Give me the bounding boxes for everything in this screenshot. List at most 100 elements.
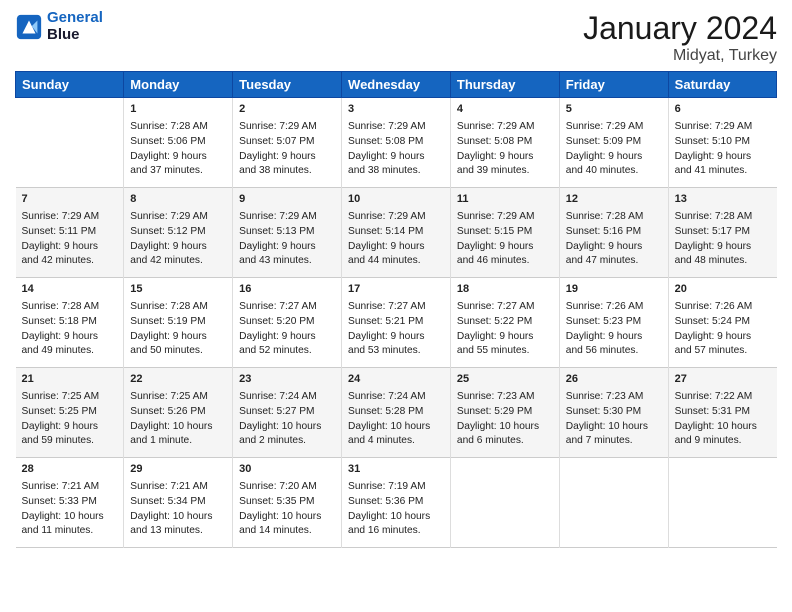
calendar-cell: 4Sunrise: 7:29 AMSunset: 5:08 PMDaylight…: [450, 98, 559, 188]
day-number: 5: [566, 102, 662, 118]
cell-text-line: Daylight: 9 hours: [22, 240, 118, 255]
cell-text-line: Sunset: 5:30 PM: [566, 405, 662, 420]
calendar-cell: 28 Sunrise: 7:21 AMSunset: 5:33 PMDayligh…: [16, 458, 124, 548]
calendar-cell: 31Sunrise: 7:19 AMSunset: 5:36 PMDayligh…: [342, 458, 451, 548]
calendar-cell: 17Sunrise: 7:27 AMSunset: 5:21 PMDayligh…: [342, 278, 451, 368]
cell-text-line: Sunrise: 7:29 AM: [239, 120, 335, 135]
calendar-cell: 15Sunrise: 7:28 AMSunset: 5:19 PMDayligh…: [124, 278, 233, 368]
calendar-cell: 8Sunrise: 7:29 AMSunset: 5:12 PMDaylight…: [124, 188, 233, 278]
cell-text-line: Sunset: 5:10 PM: [675, 135, 771, 150]
header-cell-tuesday: Tuesday: [233, 72, 342, 98]
cell-text-line: Daylight: 9 hours: [457, 330, 553, 345]
cell-text-line: Daylight: 9 hours: [566, 150, 662, 165]
cell-text-line: Sunset: 5:24 PM: [675, 315, 771, 330]
cell-text-line: Sunset: 5:21 PM: [348, 315, 444, 330]
cell-text-line: Sunrise: 7:29 AM: [675, 120, 771, 135]
header-cell-wednesday: Wednesday: [342, 72, 451, 98]
cell-text-line: Daylight: 9 hours: [675, 330, 771, 345]
day-number: 4: [457, 102, 553, 118]
cell-text-line: Sunset: 5:23 PM: [566, 315, 662, 330]
cell-text-line: and 13 minutes.: [130, 524, 226, 539]
calendar-cell: 9Sunrise: 7:29 AMSunset: 5:13 PMDaylight…: [233, 188, 342, 278]
cell-text-line: Daylight: 9 hours: [239, 330, 335, 345]
calendar-cell: [668, 458, 776, 548]
cell-text-line: Sunrise: 7:27 AM: [348, 300, 444, 315]
cell-text-line: and 50 minutes.: [130, 344, 226, 359]
calendar-row-4: 21Sunrise: 7:25 AMSunset: 5:25 PMDayligh…: [16, 368, 777, 458]
day-number: 11: [457, 192, 553, 208]
calendar-row-5: 28Sunrise: 7:21 AMSunset: 5:33 PMDayligh…: [16, 458, 777, 548]
calendar-cell: 24Sunrise: 7:24 AMSunset: 5:28 PMDayligh…: [342, 368, 451, 458]
day-number: 13: [675, 192, 771, 208]
cell-text-line: Sunrise: 7:27 AM: [239, 300, 335, 315]
cell-text-line: Sunset: 5:36 PM: [348, 495, 444, 510]
day-number: 6: [675, 102, 771, 118]
day-number: 24: [348, 372, 444, 388]
cell-text-line: Daylight: 9 hours: [457, 240, 553, 255]
day-number: 20: [675, 282, 771, 298]
calendar-cell: 16Sunrise: 7:27 AMSunset: 5:20 PMDayligh…: [233, 278, 342, 368]
calendar-table: SundayMondayTuesdayWednesdayThursdayFrid…: [15, 71, 777, 548]
calendar-cell: 21Sunrise: 7:25 AMSunset: 5:25 PMDayligh…: [16, 368, 124, 458]
calendar-cell: [559, 458, 668, 548]
calendar-cell: 19Sunrise: 7:26 AMSunset: 5:23 PMDayligh…: [559, 278, 668, 368]
cell-text-line: Daylight: 10 hours: [239, 420, 335, 435]
cell-text-line: and 53 minutes.: [348, 344, 444, 359]
calendar-row-1: 1Sunrise: 7:28 AMSunset: 5:06 PMDaylight…: [16, 98, 777, 188]
cell-text-line: Sunset: 5:33 PM: [22, 495, 118, 510]
cell-text-line: and 44 minutes.: [348, 254, 444, 269]
cell-text-line: Sunrise: 7:27 AM: [457, 300, 553, 315]
cell-text-line: Daylight: 9 hours: [130, 150, 226, 165]
cell-text-line: Sunrise: 7:29 AM: [130, 210, 226, 225]
cell-text-line: and 1 minute.: [130, 434, 226, 449]
cell-text-line: and 6 minutes.: [457, 434, 553, 449]
cell-text-line: Sunrise: 7:21 AM: [22, 480, 118, 495]
cell-text-line: Sunset: 5:31 PM: [675, 405, 771, 420]
cell-text-line: Sunrise: 7:22 AM: [675, 390, 771, 405]
day-number: 1: [130, 102, 226, 118]
cell-text-line: Daylight: 10 hours: [457, 420, 553, 435]
cell-text-line: Sunrise: 7:28 AM: [675, 210, 771, 225]
cell-text-line: Sunset: 5:16 PM: [566, 225, 662, 240]
cell-text-line: Sunset: 5:08 PM: [457, 135, 553, 150]
header-cell-friday: Friday: [559, 72, 668, 98]
cell-text-line: and 43 minutes.: [239, 254, 335, 269]
cell-text-line: Sunrise: 7:29 AM: [348, 210, 444, 225]
calendar-cell: 23Sunrise: 7:24 AMSunset: 5:27 PMDayligh…: [233, 368, 342, 458]
cell-text-line: Sunrise: 7:29 AM: [239, 210, 335, 225]
cell-text-line: and 2 minutes.: [239, 434, 335, 449]
cell-text-line: Sunrise: 7:20 AM: [239, 480, 335, 495]
cell-text-line: Daylight: 9 hours: [22, 330, 118, 345]
cell-text-line: Daylight: 10 hours: [130, 510, 226, 525]
day-number: 28: [22, 462, 118, 478]
cell-text-line: and 40 minutes.: [566, 164, 662, 179]
cell-text-line: Sunrise: 7:24 AM: [239, 390, 335, 405]
cell-text-line: Sunrise: 7:19 AM: [348, 480, 444, 495]
cell-text-line: and 42 minutes.: [130, 254, 226, 269]
day-number: 27: [675, 372, 771, 388]
cell-text-line: Daylight: 10 hours: [348, 510, 444, 525]
cell-text-line: Sunset: 5:13 PM: [239, 225, 335, 240]
cell-text-line: Daylight: 9 hours: [566, 330, 662, 345]
cell-text-line: and 48 minutes.: [675, 254, 771, 269]
calendar-cell: 12Sunrise: 7:28 AMSunset: 5:16 PMDayligh…: [559, 188, 668, 278]
cell-text-line: Sunrise: 7:23 AM: [566, 390, 662, 405]
day-number: 10: [348, 192, 444, 208]
header-cell-thursday: Thursday: [450, 72, 559, 98]
cell-text-line: Sunrise: 7:28 AM: [566, 210, 662, 225]
cell-text-line: Sunrise: 7:28 AM: [22, 300, 118, 315]
calendar-cell: 2Sunrise: 7:29 AMSunset: 5:07 PMDaylight…: [233, 98, 342, 188]
cell-text-line: Daylight: 9 hours: [457, 150, 553, 165]
cell-text-line: and 16 minutes.: [348, 524, 444, 539]
day-number: 16: [239, 282, 335, 298]
day-number: 30: [239, 462, 335, 478]
calendar-subtitle: Midyat, Turkey: [583, 47, 777, 65]
cell-text-line: Daylight: 10 hours: [22, 510, 118, 525]
cell-text-line: Sunset: 5:11 PM: [22, 225, 118, 240]
day-number: 7: [22, 192, 118, 208]
calendar-cell: 10Sunrise: 7:29 AMSunset: 5:14 PMDayligh…: [342, 188, 451, 278]
title-block: January 2024 Midyat, Turkey: [583, 10, 777, 65]
day-number: 8: [130, 192, 226, 208]
day-number: 22: [130, 372, 226, 388]
cell-text-line: and 11 minutes.: [22, 524, 118, 539]
